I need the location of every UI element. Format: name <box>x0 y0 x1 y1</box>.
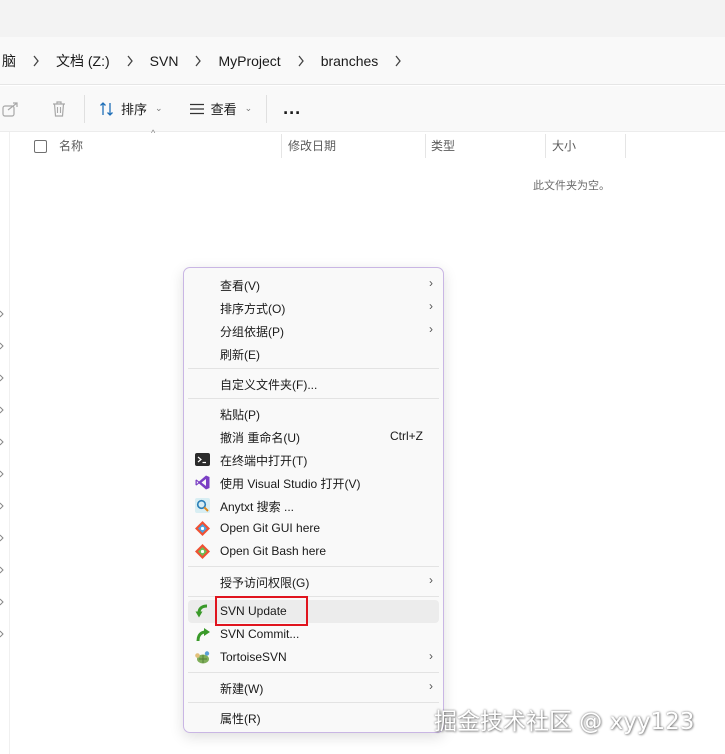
breadcrumb-item-branches[interactable]: branches <box>319 53 381 69</box>
menu-item-anytxt-search[interactable]: Anytxt 搜索 ... <box>188 494 439 517</box>
menu-item-properties[interactable]: 属性(R) <box>188 706 439 729</box>
nav-expand-icon[interactable] <box>0 438 4 446</box>
nav-expand-icon[interactable] <box>0 310 4 318</box>
menu-item-tortoisesvn[interactable]: TortoiseSVN › <box>188 646 439 669</box>
chevron-right-icon[interactable] <box>180 55 216 67</box>
menu-separator <box>188 398 439 399</box>
chevron-right-icon[interactable] <box>18 55 54 67</box>
chevron-right-icon: › <box>429 276 433 290</box>
trash-icon[interactable] <box>48 98 70 120</box>
menu-separator <box>188 702 439 703</box>
menu-item-view[interactable]: 查看(V) › <box>188 273 439 296</box>
column-header-row: ^ 名称 修改日期 类型 大小 <box>0 128 725 160</box>
menu-item-undo-rename[interactable]: 撤消 重命名(U) Ctrl+Z <box>188 425 439 448</box>
menu-item-open-in-terminal[interactable]: 在终端中打开(T) <box>188 448 439 471</box>
menu-item-svn-commit[interactable]: SVN Commit... <box>188 623 439 646</box>
breadcrumb-item-pc[interactable]: 脑 <box>0 51 18 71</box>
nav-expand-icon[interactable] <box>0 534 4 542</box>
tortoise-icon <box>195 651 210 664</box>
highlight-annotation-box <box>215 596 308 626</box>
menu-item-git-gui[interactable]: Open Git GUI here <box>188 517 439 540</box>
breadcrumb-item-documents[interactable]: 文档 (Z:) <box>54 51 112 71</box>
menu-item-grant-access[interactable]: 授予访问权限(G) › <box>188 570 439 593</box>
chevron-down-icon: ⌄ <box>155 103 163 113</box>
column-name[interactable]: 名称 <box>53 132 83 160</box>
view-list-icon <box>189 103 204 114</box>
column-modified[interactable]: 修改日期 <box>282 132 336 160</box>
share-icon[interactable] <box>0 98 22 120</box>
svn-update-icon <box>195 604 208 618</box>
svn-commit-icon <box>196 628 210 642</box>
sort-icon <box>100 101 113 116</box>
sort-up-icon: ^ <box>151 128 156 138</box>
terminal-icon <box>195 453 210 466</box>
more-options-button[interactable]: ... <box>277 94 307 124</box>
view-button[interactable]: 查看 ⌄ <box>183 94 259 124</box>
menu-separator <box>188 368 439 369</box>
select-all-checkbox[interactable] <box>34 140 47 153</box>
visual-studio-icon <box>195 475 210 490</box>
chevron-right-icon[interactable] <box>112 55 148 67</box>
breadcrumb-item-myproject[interactable]: MyProject <box>216 53 282 69</box>
breadcrumb: 脑 文档 (Z:) SVN MyProject branches <box>0 37 725 85</box>
anytxt-search-icon <box>195 498 210 513</box>
sort-label: 排序 <box>121 102 148 117</box>
git-bash-icon <box>195 544 210 559</box>
menu-item-git-bash[interactable]: Open Git Bash here <box>188 540 439 563</box>
menu-item-group-by[interactable]: 分组依据(P) › <box>188 319 439 342</box>
title-strip <box>0 0 725 37</box>
nav-expand-icon[interactable] <box>0 406 4 414</box>
sort-button[interactable]: 排序 ⌄ <box>93 94 169 124</box>
nav-expand-icon[interactable] <box>0 502 4 510</box>
view-label: 查看 <box>210 102 237 117</box>
git-gui-icon <box>195 521 210 536</box>
nav-expand-icon[interactable] <box>0 566 4 574</box>
menu-item-paste[interactable]: 粘贴(P) <box>188 402 439 425</box>
column-type[interactable]: 类型 <box>425 132 455 160</box>
breadcrumb-item-svn[interactable]: SVN <box>148 53 181 69</box>
toolbar-divider <box>84 94 85 123</box>
nav-expand-icon[interactable] <box>0 374 4 382</box>
shortcut-label: Ctrl+Z <box>390 429 423 443</box>
menu-item-refresh[interactable]: 刷新(E) <box>188 342 439 365</box>
chevron-right-icon: › <box>429 299 433 313</box>
menu-item-customize-folder[interactable]: 自定义文件夹(F)... <box>188 372 439 395</box>
toolbar-divider <box>266 94 268 123</box>
nav-expand-icon[interactable] <box>0 470 4 478</box>
menu-separator <box>188 566 439 567</box>
empty-folder-message: 此文件夹为空。 <box>533 180 610 192</box>
menu-item-new[interactable]: 新建(W) › <box>188 676 439 699</box>
column-divider[interactable] <box>625 134 626 158</box>
chevron-right-icon: › <box>429 573 433 587</box>
column-size[interactable]: 大小 <box>546 132 576 160</box>
command-bar: 排序 ⌄ 查看 ⌄ ... <box>0 86 725 132</box>
chevron-right-icon: › <box>429 649 433 663</box>
watermark-text: 掘金技术社区 @ xyy123 <box>434 709 695 735</box>
nav-expand-icon[interactable] <box>0 342 4 350</box>
chevron-right-icon: › <box>429 679 433 693</box>
context-menu: 查看(V) › 排序方式(O) › 分组依据(P) › 刷新(E) 自定义文件夹… <box>183 267 444 733</box>
chevron-right-icon[interactable] <box>283 55 319 67</box>
menu-item-open-with-visual-studio[interactable]: 使用 Visual Studio 打开(V) <box>188 471 439 494</box>
nav-expand-icon[interactable] <box>0 598 4 606</box>
menu-item-sort-by[interactable]: 排序方式(O) › <box>188 296 439 319</box>
chevron-right-icon: › <box>429 322 433 336</box>
chevron-right-icon[interactable] <box>380 55 416 67</box>
menu-separator <box>188 672 439 673</box>
chevron-down-icon: ⌄ <box>244 103 253 113</box>
navigation-pane-edge <box>9 132 10 754</box>
nav-expand-icon[interactable] <box>0 630 4 638</box>
